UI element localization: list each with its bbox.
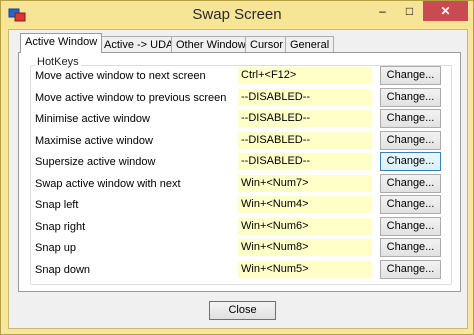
dialog-client: Active Window Active -> UDA Other Window…	[8, 29, 468, 329]
change-hotkey-button[interactable]: Change...	[380, 152, 441, 171]
hotkey-value: Win+<Num4>	[238, 196, 372, 213]
hotkey-value: Ctrl+<F12>	[238, 67, 372, 84]
hotkey-label: Swap active window with next	[35, 178, 181, 190]
swap-screen-window: Swap Screen – □ ✕ Active Window Active -…	[0, 0, 474, 335]
tab-active-window[interactable]: Active Window	[20, 33, 103, 53]
hotkey-label: Minimise active window	[35, 113, 150, 125]
hotkey-row-snap-right: Snap right Win+<Num6> Change...	[9, 217, 467, 237]
change-hotkey-button[interactable]: Change...	[380, 131, 441, 150]
hotkey-label: Supersize active window	[35, 156, 156, 168]
tab-general[interactable]: General	[285, 36, 335, 53]
change-hotkey-button[interactable]: Change...	[380, 66, 441, 85]
change-hotkey-button[interactable]: Change...	[380, 88, 441, 107]
hotkey-row-previous-screen: Move active window to previous screen --…	[9, 88, 467, 108]
hotkey-row-snap-down: Snap down Win+<Num5> Change...	[9, 260, 467, 280]
hotkey-row-swap-next: Swap active window with next Win+<Num7> …	[9, 174, 467, 194]
hotkey-row-supersize: Supersize active window --DISABLED-- Cha…	[9, 152, 467, 172]
hotkey-label: Move active window to previous screen	[35, 92, 227, 104]
hotkey-value: Win+<Num7>	[238, 175, 372, 192]
hotkey-label: Maximise active window	[35, 135, 153, 147]
change-hotkey-button[interactable]: Change...	[380, 260, 441, 279]
hotkey-row-snap-left: Snap left Win+<Num4> Change...	[9, 195, 467, 215]
hotkey-value: --DISABLED--	[238, 89, 372, 106]
title-bar[interactable]: Swap Screen – □ ✕	[1, 1, 473, 29]
hotkey-label: Snap up	[35, 242, 76, 254]
close-button[interactable]: Close	[209, 301, 276, 320]
hotkey-value: Win+<Num8>	[238, 239, 372, 256]
hotkey-value: Win+<Num6>	[238, 218, 372, 235]
hotkey-row-next-screen: Move active window to next screen Ctrl+<…	[9, 66, 467, 86]
hotkey-value: --DISABLED--	[238, 153, 372, 170]
change-hotkey-button[interactable]: Change...	[380, 195, 441, 214]
close-window-button[interactable]: ✕	[423, 1, 468, 21]
tab-active-uda[interactable]: Active -> UDA	[99, 36, 179, 53]
hotkey-row-minimise: Minimise active window --DISABLED-- Chan…	[9, 109, 467, 129]
maximize-button[interactable]: □	[396, 1, 423, 21]
hotkey-label: Move active window to next screen	[35, 70, 206, 82]
change-hotkey-button[interactable]: Change...	[380, 238, 441, 257]
hotkey-label: Snap down	[35, 264, 91, 276]
change-hotkey-button[interactable]: Change...	[380, 109, 441, 128]
change-hotkey-button[interactable]: Change...	[380, 174, 441, 193]
hotkey-row-maximise: Maximise active window --DISABLED-- Chan…	[9, 131, 467, 151]
change-hotkey-button[interactable]: Change...	[380, 217, 441, 236]
hotkey-label: Snap right	[35, 221, 86, 233]
tab-cursor[interactable]: Cursor	[245, 36, 289, 53]
tab-other-windows[interactable]: Other Windows	[171, 36, 257, 53]
hotkey-row-snap-up: Snap up Win+<Num8> Change...	[9, 238, 467, 258]
minimize-button[interactable]: –	[369, 1, 396, 21]
hotkey-label: Snap left	[35, 199, 79, 211]
hotkey-value: --DISABLED--	[238, 132, 372, 149]
hotkey-value: --DISABLED--	[238, 110, 372, 127]
hotkey-value: Win+<Num5>	[238, 261, 372, 278]
